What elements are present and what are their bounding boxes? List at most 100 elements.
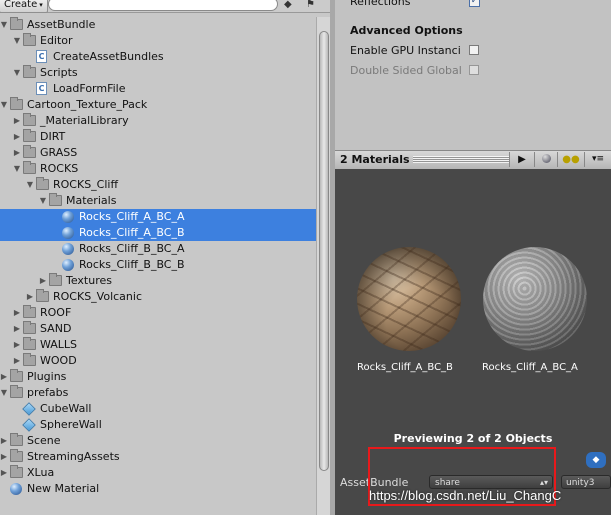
tree-item[interactable]: ▶ SAND (0, 321, 316, 337)
tree-item[interactable]: ▶ WALLS (0, 337, 316, 353)
fold-closed-icon[interactable]: ▶ (12, 145, 22, 161)
tree-item[interactable]: New Material (0, 481, 316, 497)
preview-label-a: Rocks_Cliff_A_BC_A (482, 362, 578, 373)
folder-icon (10, 97, 23, 110)
sphere-icon[interactable] (534, 152, 557, 167)
prefab-icon (22, 402, 36, 416)
tree-item[interactable]: ▶ ROOF (0, 305, 316, 321)
fold-open-icon[interactable]: ▼ (38, 193, 48, 209)
tree-item-label: ROOF (40, 306, 72, 319)
project-search-input[interactable] (48, 0, 278, 11)
folder-icon (23, 161, 36, 174)
fold-closed-icon[interactable]: ▶ (12, 321, 22, 337)
folder-icon (23, 337, 36, 350)
assetbundle-variant-select[interactable]: unity3 (561, 475, 611, 489)
tree-item[interactable]: ▶ XLua (0, 465, 316, 481)
tree-item[interactable]: ▶ Plugins (0, 369, 316, 385)
tree-item[interactable]: ▶ StreamingAssets (0, 449, 316, 465)
tree-item[interactable]: ▼ ROCKS_Cliff (0, 177, 316, 193)
create-button[interactable]: Create ▾ (0, 0, 48, 13)
tree-item-label: LoadFormFile (53, 82, 126, 95)
tree-item-label: Scripts (40, 66, 78, 79)
fold-closed-icon[interactable]: ▶ (25, 289, 35, 305)
sphere-preview-a[interactable] (483, 247, 587, 351)
create-label: Create (4, 0, 38, 10)
fold-open-icon[interactable]: ▼ (0, 385, 9, 401)
tree-item[interactable]: ▼ Editor (0, 33, 316, 49)
tree-item[interactable]: ▶ ROCKS_Volcanic (0, 289, 316, 305)
tree-item[interactable]: ▶ _MaterialLibrary (0, 113, 316, 129)
fold-closed-icon[interactable]: ▶ (12, 337, 22, 353)
project-scrollbar[interactable] (316, 17, 330, 515)
project-toolbar: Create ▾ ◆ ⚑ (0, 0, 330, 13)
preview-drag-handle[interactable] (413, 156, 509, 163)
previewing-count: Previewing 2 of 2 Objects (393, 432, 553, 445)
tree-item[interactable]: ▶ GRASS (0, 145, 316, 161)
tree-item[interactable]: ▼ prefabs (0, 385, 316, 401)
tree-item[interactable]: CubeWall (0, 401, 316, 417)
light-icon[interactable]: ●● (557, 152, 584, 167)
play-icon[interactable]: ▶ (509, 152, 534, 167)
folder-icon (36, 289, 49, 302)
scroll-thumb[interactable] (319, 31, 329, 471)
tree-item[interactable]: ▼ Materials (0, 193, 316, 209)
tree-item-label: StreamingAssets (27, 450, 120, 463)
tree-item[interactable]: ▶ Scene (0, 433, 316, 449)
fold-closed-icon[interactable]: ▶ (12, 353, 22, 369)
fold-closed-icon[interactable]: ▶ (12, 113, 22, 129)
tree-item[interactable]: ▼ Scripts (0, 65, 316, 81)
fold-open-icon[interactable]: ▼ (12, 65, 22, 81)
folder-icon (10, 465, 23, 478)
fold-closed-icon[interactable]: ▶ (0, 449, 9, 465)
tree-item[interactable]: Rocks_Cliff_B_BC_B (0, 257, 316, 273)
reflections-checkbox[interactable]: ✓ (469, 0, 480, 7)
fold-closed-icon[interactable]: ▶ (38, 273, 48, 289)
tree-item[interactable]: ▶ Textures (0, 273, 316, 289)
fold-closed-icon[interactable]: ▶ (12, 129, 22, 145)
fold-open-icon[interactable]: ▼ (25, 177, 35, 193)
project-panel: Create ▾ ◆ ⚑ ▼ AssetBundle ▼ Editor C CreateAs… (0, 0, 330, 515)
tree-item-label: Cartoon_Texture_Pack (27, 98, 148, 111)
tree-item[interactable]: Rocks_Cliff_A_BC_A (0, 209, 316, 225)
tree-item-label: ROCKS (40, 162, 79, 175)
material-icon (10, 483, 22, 495)
tag-icon[interactable]: ◆ (586, 452, 606, 468)
preview-header[interactable]: 2 Materials ▶ ●● ▾≡ (335, 150, 611, 170)
fold-closed-icon[interactable]: ▶ (0, 465, 9, 481)
folder-icon (36, 177, 49, 190)
tree-item-label: Rocks_Cliff_A_BC_A (79, 210, 185, 223)
asset-label-icon[interactable]: ◆ (284, 0, 298, 10)
folder-icon (10, 385, 23, 398)
folder-icon (49, 273, 62, 286)
tree-item-label: New Material (27, 482, 100, 495)
tree-item-label: Rocks_Cliff_A_BC_B (79, 226, 185, 239)
fold-closed-icon[interactable]: ▶ (0, 369, 9, 385)
sphere-preview-b[interactable] (357, 247, 461, 351)
menu-icon[interactable]: ▾≡ (584, 152, 611, 167)
tree-item[interactable]: ▼ Cartoon_Texture_Pack (0, 97, 316, 113)
tree-item[interactable]: ▼ AssetBundle (0, 17, 316, 33)
tree-item[interactable]: ▶ DIRT (0, 129, 316, 145)
fold-closed-icon[interactable]: ▶ (12, 305, 22, 321)
folder-icon (10, 433, 23, 446)
tree-item-label: AssetBundle (27, 18, 96, 31)
fold-open-icon[interactable]: ▼ (0, 97, 9, 113)
tree-item[interactable]: C LoadFormFile (0, 81, 316, 97)
gpu-instancing-checkbox[interactable] (469, 45, 479, 55)
tree-item[interactable]: SphereWall (0, 417, 316, 433)
fold-open-icon[interactable]: ▼ (12, 33, 22, 49)
folder-icon (23, 33, 36, 46)
tree-item[interactable]: ▼ ROCKS (0, 161, 316, 177)
fold-closed-icon[interactable]: ▶ (0, 433, 9, 449)
fold-open-icon[interactable]: ▼ (12, 161, 22, 177)
folder-icon (10, 449, 23, 462)
tree-item-label: WALLS (40, 338, 78, 351)
tag-icon[interactable]: ⚑ (306, 0, 320, 10)
tree-item[interactable]: Rocks_Cliff_B_BC_A (0, 241, 316, 257)
fold-open-icon[interactable]: ▼ (0, 17, 9, 33)
folder-icon (23, 305, 36, 318)
tree-item[interactable]: C CreateAssetBundles (0, 49, 316, 65)
tree-item[interactable]: Rocks_Cliff_A_BC_B (0, 225, 316, 241)
tree-item[interactable]: ▶ WOOD (0, 353, 316, 369)
folder-icon (23, 145, 36, 158)
